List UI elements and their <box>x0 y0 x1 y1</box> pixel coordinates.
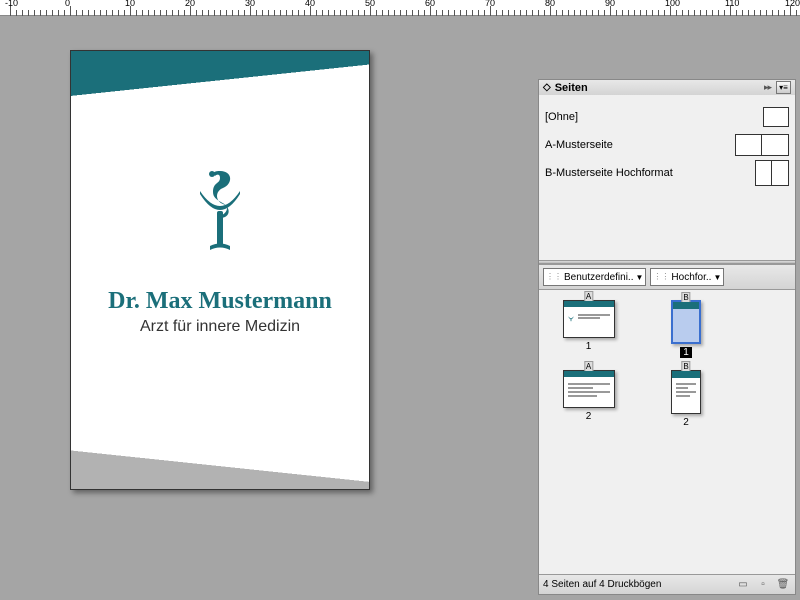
dropdown-label: Hochfor.. <box>671 272 711 283</box>
panel-collapse-icon[interactable]: ▸▸ <box>764 82 771 93</box>
ruler-label: 0 <box>65 0 70 8</box>
master-pages-list[interactable]: [Ohne] A-Musterseite B-Musterseite Hochfor… <box>539 95 795 260</box>
page-thumbnails-grid[interactable]: A1B1A2B2 <box>539 290 795 574</box>
page-thumbnail-preview: A <box>563 370 615 408</box>
ruler-label: 10 <box>125 0 135 8</box>
page-thumbnail-preview: B <box>671 370 701 414</box>
delete-page-button[interactable]: 🗑 <box>775 578 791 592</box>
master-page-thumbnail[interactable] <box>755 160 789 186</box>
ruler-label: 20 <box>185 0 195 8</box>
page-thumbnail[interactable]: A1 <box>551 300 626 358</box>
edit-page-size-button[interactable]: ▭ <box>735 578 751 592</box>
orientation-dropdown[interactable]: ⋮⋮Hochfor..▼ <box>650 268 724 286</box>
page-thumbnail-preview: A <box>563 300 615 338</box>
pages-status-text: 4 Seiten auf 4 Druckbögen <box>543 579 661 590</box>
master-page-name: A-Musterseite <box>545 139 735 151</box>
bowl-of-hygieia-icon <box>185 166 255 264</box>
page-number-label: 1 <box>680 347 692 358</box>
master-page-thumbnail[interactable] <box>763 107 789 127</box>
ruler-label: -10 <box>5 0 18 8</box>
ruler-label: 30 <box>245 0 255 8</box>
ruler-label: 50 <box>365 0 375 8</box>
master-page-row[interactable]: A-Musterseite <box>545 131 789 159</box>
doctor-subtitle: Arzt für innere Medizin <box>71 318 369 336</box>
page-thumbnail[interactable]: B1 <box>661 300 711 358</box>
ruler-label: 120 <box>785 0 800 8</box>
drag-handle-icon: ⋮⋮ <box>653 273 669 281</box>
pages-panel-statusbar: 4 Seiten auf 4 Druckbögen ▭ ▫ 🗑 <box>539 574 795 594</box>
panel-dropdown-row: ⋮⋮Benutzerdefini..▼⋮⋮Hochfor..▼ <box>539 264 795 290</box>
chevron-down-icon: ▼ <box>713 273 721 282</box>
ruler-label: 80 <box>545 0 555 8</box>
page-size-preset-dropdown[interactable]: ⋮⋮Benutzerdefini..▼ <box>543 268 646 286</box>
chevron-down-icon: ▼ <box>636 273 644 282</box>
ruler-label: 60 <box>425 0 435 8</box>
page-thumbnail[interactable]: A2 <box>551 370 626 428</box>
ruler-label: 70 <box>485 0 495 8</box>
dropdown-label: Benutzerdefini.. <box>564 272 634 283</box>
pages-panel: [Ohne] A-Musterseite B-Musterseite Hochfor… <box>538 95 796 595</box>
page-footer-wedge <box>71 419 369 489</box>
doctor-name: Dr. Max Mustermann <box>71 288 369 315</box>
master-page-name: B-Musterseite Hochformat <box>545 167 755 179</box>
panel-menu-button[interactable]: ▾≡ <box>776 81 791 94</box>
horizontal-ruler: -10 0 10 20 30 40 50 60 70 80 90 100 110 120 <box>0 0 800 16</box>
page-thumbnail[interactable]: B2 <box>661 370 711 428</box>
drag-handle-icon: ⋮⋮ <box>546 273 562 281</box>
master-page-row[interactable]: B-Musterseite Hochformat <box>545 159 789 187</box>
document-page[interactable]: Dr. Max Mustermann Arzt für innere Mediz… <box>70 50 370 490</box>
page-thumbnail-preview: B <box>671 300 701 344</box>
page-header-wedge <box>71 51 369 106</box>
page-content: Dr. Max Mustermann Arzt für innere Mediz… <box>71 166 369 336</box>
ruler-label: 40 <box>305 0 315 8</box>
master-page-row[interactable]: [Ohne] <box>545 103 789 131</box>
page-number-label: 1 <box>583 341 595 352</box>
ruler-label: 90 <box>605 0 615 8</box>
ruler-label: 110 <box>725 0 739 8</box>
page-number-label: 2 <box>680 417 692 428</box>
panel-cycle-icon[interactable]: ◇ <box>543 82 551 93</box>
page-number-label: 2 <box>583 411 595 422</box>
master-page-thumbnail[interactable] <box>735 134 789 156</box>
pages-panel-title[interactable]: Seiten <box>555 82 588 94</box>
ruler-label: 100 <box>665 0 680 8</box>
master-page-name: [Ohne] <box>545 111 763 123</box>
new-page-button[interactable]: ▫ <box>755 578 771 592</box>
pages-panel-tabbar[interactable]: ◇ Seiten ▸▸ ▾≡ <box>538 79 796 96</box>
